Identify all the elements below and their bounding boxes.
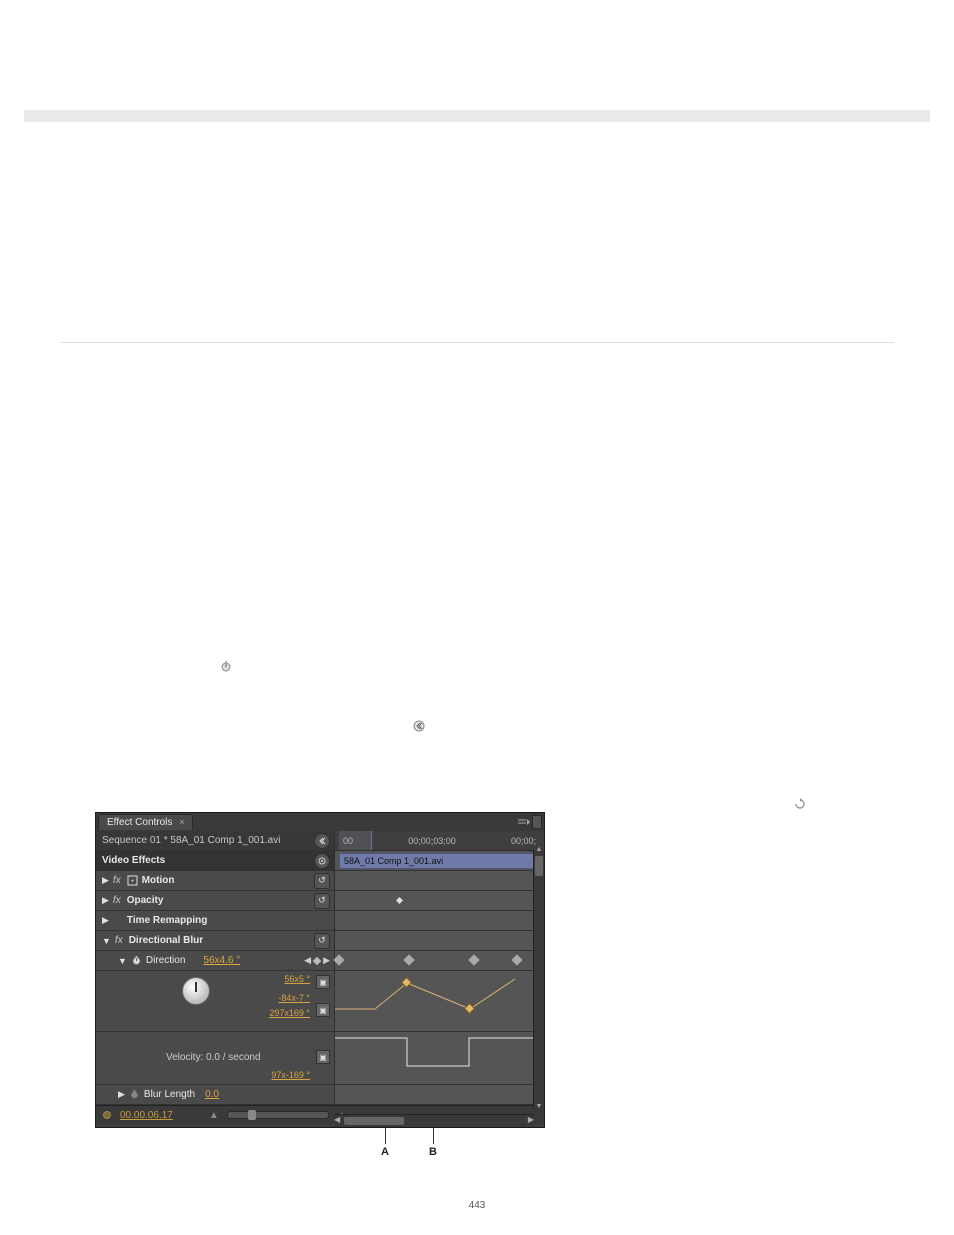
- scroll-down-icon[interactable]: ▼: [534, 1103, 544, 1110]
- disclosure-triangle-icon[interactable]: ▶: [118, 1089, 125, 1100]
- opacity-keyframe[interactable]: [396, 897, 403, 904]
- stopwatch-icon[interactable]: [131, 955, 142, 966]
- velocity-range-low[interactable]: 97x-169 °: [271, 1070, 310, 1080]
- stopwatch-icon: [220, 660, 232, 672]
- graph-zoom-out-button[interactable]: ▣: [316, 1003, 330, 1017]
- panel-menu-icon[interactable]: [518, 817, 530, 827]
- keyframe-marker[interactable]: [511, 954, 522, 965]
- velocity-graph-zoom-button[interactable]: ▣: [316, 1050, 330, 1064]
- callout-b: B: [429, 1146, 437, 1158]
- timeline-ruler[interactable]: 00 00;00;03;00 00;00;: [334, 831, 544, 851]
- callout-a: A: [381, 1146, 389, 1158]
- vscroll-thumb[interactable]: [535, 856, 543, 876]
- ruler-tick-3: 00;00;: [511, 836, 536, 846]
- clip-name: 58A_01 Comp 1_001.avi: [344, 856, 443, 866]
- velocity-graph[interactable]: [334, 1032, 544, 1084]
- direction-row: ▼ Direction 56x4.6 ° ◀ ▶: [96, 951, 544, 971]
- toggle-track-button[interactable]: [102, 1110, 112, 1120]
- fx-badge: fx: [115, 935, 123, 946]
- blur-length-value[interactable]: 0.0: [205, 1089, 219, 1100]
- scroll-right-icon[interactable]: ▶: [528, 1115, 534, 1124]
- page-number: 443: [0, 1200, 954, 1211]
- keyframe-marker[interactable]: [403, 954, 414, 965]
- show-hide-timeline-icon: [413, 720, 425, 732]
- ruler-tick-1: 00: [343, 836, 353, 846]
- graph-zoom-in-button[interactable]: ▣: [316, 975, 330, 989]
- motion-row: ▶ fx Motion ↺: [96, 871, 544, 891]
- reset-opacity-button[interactable]: ↺: [314, 893, 330, 909]
- fx-badge: fx: [113, 875, 121, 886]
- horizontal-scrollbar[interactable]: ◀ ▶: [334, 1114, 534, 1127]
- motion-label: Motion: [142, 875, 175, 886]
- directional-blur-row: ▼ fx Directional Blur ↺: [96, 931, 544, 951]
- opacity-row: ▶ fx Opacity ↺: [96, 891, 544, 911]
- disclosure-triangle-icon[interactable]: ▼: [102, 936, 111, 946]
- show-hide-timeline-button[interactable]: [314, 833, 330, 849]
- tab-title: Effect Controls: [107, 817, 172, 828]
- clip-bar[interactable]: 58A_01 Comp 1_001.avi: [339, 853, 534, 869]
- close-tab-icon[interactable]: ×: [179, 817, 184, 827]
- callout-line-a: [385, 1128, 386, 1144]
- keyframe-marker[interactable]: [468, 954, 479, 965]
- direction-value[interactable]: 56x4.6 °: [203, 955, 240, 966]
- keyframe-navigator: ◀ ▶: [304, 955, 330, 966]
- panel-grip-icon[interactable]: [532, 815, 542, 829]
- reset-directional-blur-button[interactable]: ↺: [314, 933, 330, 949]
- sequence-label: Sequence 01 * 58A_01 Comp 1_001.avi: [102, 835, 280, 846]
- video-effects-header-row: Video Effects 58A_01 Comp 1_001.avi: [96, 851, 544, 871]
- scroll-left-icon[interactable]: ◀: [334, 1115, 340, 1124]
- time-remapping-row: ▶ Time Remapping: [96, 911, 544, 931]
- blur-length-row: ▶ Blur Length 0.0: [96, 1085, 544, 1105]
- zoom-out-icon[interactable]: ▲: [209, 1110, 219, 1121]
- effect-controls-screenshot: Effect Controls × Sequence 01 * 58A_01 C…: [95, 812, 543, 1168]
- callout-line-b: [433, 1128, 434, 1144]
- stopwatch-icon[interactable]: [129, 1089, 140, 1100]
- direction-value-graph-row: 56x5 ° -84x-7 ° 297x169 ° ▣ ▣: [96, 971, 544, 1032]
- next-keyframe-button[interactable]: ▶: [323, 955, 330, 966]
- effect-controls-panel: Effect Controls × Sequence 01 * 58A_01 C…: [95, 812, 545, 1128]
- opacity-label: Opacity: [127, 895, 164, 906]
- panel-tabbar: Effect Controls ×: [96, 813, 544, 831]
- header-rule: [24, 110, 930, 122]
- effect-controls-tab[interactable]: Effect Controls ×: [98, 814, 193, 830]
- section-whitespace-1: [0, 122, 954, 342]
- video-effects-toggle-button[interactable]: [314, 853, 330, 869]
- disclosure-triangle-icon[interactable]: ▶: [102, 915, 109, 926]
- direction-range-mid[interactable]: -84x-7 °: [269, 992, 310, 1005]
- directional-blur-label: Directional Blur: [129, 935, 203, 946]
- keyframe-marker[interactable]: [333, 954, 344, 965]
- ruler-tick-2: 00;00;03;00: [408, 836, 456, 846]
- velocity-graph-row: Velocity: 0.0 / second 97x-169 ° ▣: [96, 1032, 544, 1085]
- section-whitespace-2: [0, 343, 954, 593]
- current-time-display[interactable]: 00.00.06.17: [120, 1110, 173, 1121]
- blur-length-label: Blur Length: [144, 1089, 195, 1100]
- prev-keyframe-button[interactable]: ◀: [304, 955, 311, 966]
- video-effects-label: Video Effects: [102, 855, 165, 866]
- top-whitespace: [0, 0, 954, 110]
- disclosure-triangle-icon[interactable]: ▼: [118, 956, 127, 966]
- scroll-up-icon[interactable]: ▲: [534, 846, 544, 853]
- disclosure-triangle-icon[interactable]: ▶: [102, 895, 109, 906]
- direction-range-top[interactable]: 56x5 °: [269, 973, 310, 986]
- direction-label: Direction: [146, 955, 185, 966]
- sequence-label-cell: Sequence 01 * 58A_01 Comp 1_001.avi: [96, 831, 334, 850]
- disclosure-triangle-icon[interactable]: ▶: [102, 875, 109, 886]
- direction-dial[interactable]: [182, 977, 210, 1005]
- direction-keyframe-track[interactable]: [334, 951, 544, 970]
- fx-badge: fx: [113, 895, 121, 906]
- add-remove-keyframe-button[interactable]: [313, 956, 321, 964]
- hscroll-thumb[interactable]: [344, 1117, 404, 1125]
- transform-icon[interactable]: [127, 875, 138, 886]
- time-remapping-label: Time Remapping: [127, 915, 207, 926]
- reset-motion-button[interactable]: ↺: [314, 873, 330, 889]
- velocity-label: Velocity: 0.0 / second: [166, 1052, 261, 1063]
- direction-value-graph[interactable]: [334, 971, 544, 1031]
- reset-icon: [794, 798, 806, 810]
- vertical-scrollbar[interactable]: ▲ ▼: [533, 850, 544, 1109]
- document-page: Effect Controls × Sequence 01 * 58A_01 C…: [0, 0, 954, 633]
- direction-range-high[interactable]: 297x169 °: [269, 1007, 310, 1020]
- zoom-slider[interactable]: [227, 1111, 329, 1119]
- figure-callouts: A B: [95, 1128, 543, 1168]
